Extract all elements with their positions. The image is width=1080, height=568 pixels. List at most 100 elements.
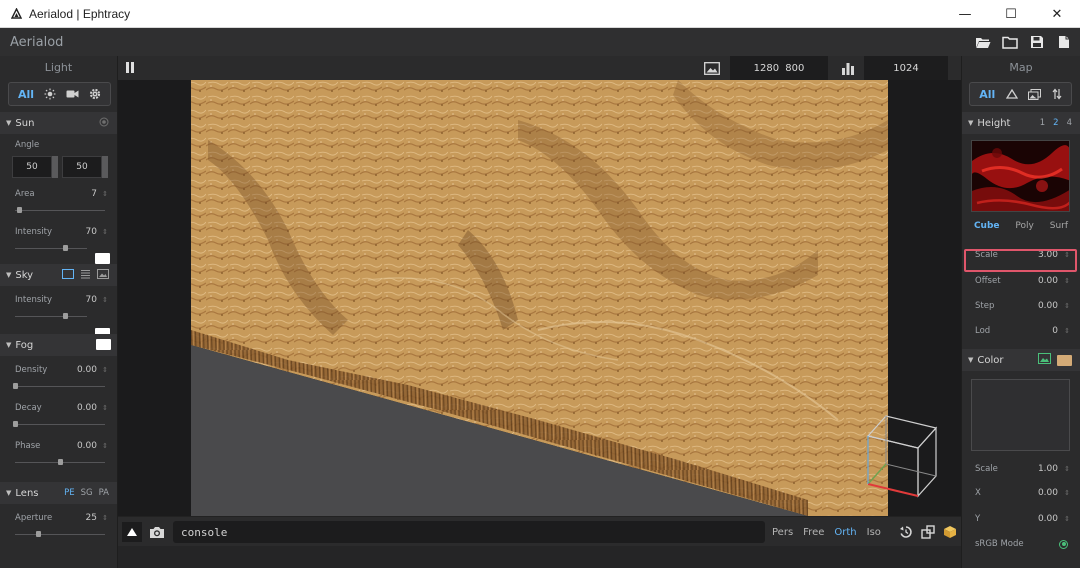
lens-tab-pe[interactable]: PE <box>64 488 75 498</box>
mode-iso-button[interactable]: Iso <box>867 527 881 538</box>
fog-decay-slider[interactable] <box>13 418 105 432</box>
sky-intensity-value[interactable]: 70 <box>86 295 97 305</box>
height-offset-value[interactable]: 0.00 <box>1038 276 1058 286</box>
sun-intensity-value[interactable]: 70 <box>86 227 97 237</box>
sun-section-header[interactable]: ▼ Sun <box>0 112 117 134</box>
sky-section-header[interactable]: ▼ Sky <box>0 264 117 286</box>
sun-angle-handle-1[interactable] <box>52 156 58 178</box>
height-step-value[interactable]: 0.00 <box>1038 301 1058 311</box>
sample-count-icon[interactable] <box>836 60 860 76</box>
spinner-icon[interactable]: ⇕ <box>1064 327 1070 335</box>
sky-image-icon[interactable] <box>97 268 109 282</box>
map-filter-all-button[interactable]: All <box>979 88 995 101</box>
mode-pers-button[interactable]: Pers <box>772 527 793 538</box>
tab-cube[interactable]: Cube <box>974 221 1000 231</box>
sun-angle-input-2[interactable]: 50 <box>62 156 102 178</box>
sky-intensity-slider[interactable] <box>15 310 87 324</box>
sun-intensity-slider[interactable] <box>15 242 87 256</box>
slider-knob[interactable] <box>58 459 63 465</box>
slider-knob[interactable] <box>16 207 22 213</box>
target-icon[interactable] <box>99 117 109 130</box>
spinner-icon[interactable]: ⇕ <box>102 442 108 450</box>
sun-filter-icon[interactable] <box>44 88 56 100</box>
spinner-icon[interactable]: ⇕ <box>1064 465 1070 473</box>
slider-knob[interactable] <box>63 245 69 251</box>
open-folder-icon[interactable] <box>974 34 991 50</box>
slider-knob[interactable] <box>35 531 41 537</box>
image-output-icon[interactable] <box>703 60 721 76</box>
color-y-value[interactable]: 0.00 <box>1038 514 1058 524</box>
spinner-icon[interactable]: ⇕ <box>102 366 108 374</box>
video-camera-filter-icon[interactable] <box>66 89 79 99</box>
spinner-icon[interactable]: ⇕ <box>102 514 108 522</box>
maximize-button[interactable]: ☐ <box>988 0 1034 28</box>
fog-phase-value[interactable]: 0.00 <box>77 441 97 451</box>
render-viewport[interactable] <box>118 80 961 516</box>
render-resolution-field[interactable]: 1280 800 <box>730 56 828 80</box>
close-button[interactable]: ✕ <box>1034 0 1080 28</box>
fog-decay-value[interactable]: 0.00 <box>77 403 97 413</box>
save-icon[interactable] <box>1028 34 1045 50</box>
new-file-icon[interactable] <box>1055 34 1072 50</box>
mode-orth-button[interactable]: Orth <box>834 527 856 538</box>
lens-tab-sg[interactable]: SG <box>81 488 93 498</box>
box-view-icon[interactable] <box>942 524 958 540</box>
pause-icon[interactable] <box>126 62 136 74</box>
sun-area-value[interactable]: 7 <box>91 189 97 199</box>
mountain-filter-icon[interactable] <box>1005 89 1018 99</box>
spinner-icon[interactable]: ⇕ <box>102 190 108 198</box>
sun-area-slider[interactable] <box>15 204 105 218</box>
color-texture-preview[interactable] <box>971 379 1070 451</box>
lens-section-header[interactable]: ▼ Lens PE SG PA <box>0 482 117 504</box>
height-level-2[interactable]: 2 <box>1053 118 1058 128</box>
console-input[interactable]: console <box>173 521 765 543</box>
tab-poly[interactable]: Poly <box>1015 221 1033 231</box>
height-lod-value[interactable]: 0 <box>1052 326 1058 336</box>
lens-aperture-value[interactable]: 25 <box>86 513 97 523</box>
sample-count-field[interactable]: 1024 <box>864 56 948 80</box>
color-scale-value[interactable]: 1.00 <box>1038 464 1058 474</box>
fog-phase-slider[interactable] <box>15 456 105 470</box>
spinner-icon[interactable]: ⇕ <box>102 296 108 304</box>
sky-uniform-icon[interactable] <box>62 268 74 282</box>
fog-section-header[interactable]: ▼ Fog <box>0 334 117 356</box>
filter-all-button[interactable]: All <box>18 88 34 101</box>
spinner-icon[interactable]: ⇕ <box>1064 302 1070 310</box>
slider-knob[interactable] <box>13 383 18 389</box>
tab-surf[interactable]: Surf <box>1050 221 1068 231</box>
height-section-header[interactable]: ▼ Height 1 2 4 <box>962 112 1080 134</box>
sun-color-swatch[interactable] <box>95 253 110 264</box>
spinner-icon[interactable]: ⇕ <box>1064 515 1070 523</box>
srgb-mode-toggle[interactable] <box>1059 539 1068 549</box>
sun-angle-handle-2[interactable] <box>102 156 108 178</box>
fog-color-swatch[interactable] <box>96 339 111 350</box>
color-section-header[interactable]: ▼ Color <box>962 349 1080 371</box>
spinner-icon[interactable]: ⇕ <box>102 228 108 236</box>
heightmap-preview-image[interactable] <box>971 140 1070 212</box>
camera-snapshot-icon[interactable] <box>148 523 166 541</box>
gear-filter-icon[interactable] <box>89 88 101 100</box>
spinner-icon[interactable]: ⇕ <box>1064 277 1070 285</box>
fog-density-value[interactable]: 0.00 <box>77 365 97 375</box>
layout-grid-icon[interactable] <box>920 524 936 540</box>
color-x-value[interactable]: 0.00 <box>1038 488 1058 498</box>
spinner-icon[interactable]: ⇕ <box>102 404 108 412</box>
height-level-1[interactable]: 1 <box>1040 118 1045 128</box>
sun-angle-input-1[interactable]: 50 <box>12 156 52 178</box>
lens-tab-pa[interactable]: PA <box>99 488 109 498</box>
minimize-button[interactable]: — <box>942 0 988 28</box>
height-level-4[interactable]: 4 <box>1067 118 1072 128</box>
sort-arrows-icon[interactable] <box>1052 88 1062 100</box>
spinner-icon[interactable]: ⇕ <box>1064 489 1070 497</box>
color-image-icon[interactable] <box>1038 353 1051 367</box>
slider-knob[interactable] <box>63 313 69 319</box>
reset-view-icon[interactable] <box>898 524 914 540</box>
mode-free-button[interactable]: Free <box>803 527 824 538</box>
lens-aperture-slider[interactable] <box>15 528 105 542</box>
images-filter-icon[interactable] <box>1028 88 1042 100</box>
slider-knob[interactable] <box>13 421 18 427</box>
fog-density-slider[interactable] <box>13 380 105 394</box>
expand-up-icon[interactable] <box>122 522 142 542</box>
color-swatch[interactable] <box>1057 354 1072 366</box>
sky-gradient-icon[interactable] <box>80 269 91 282</box>
